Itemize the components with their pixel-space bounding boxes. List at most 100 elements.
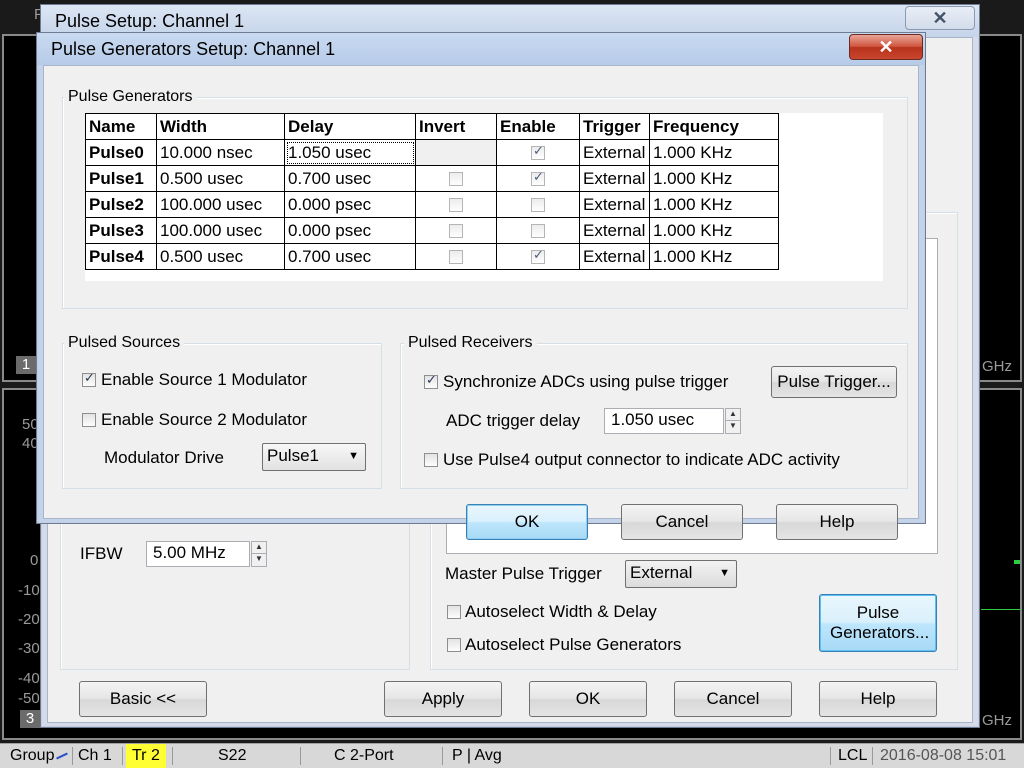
trace-line	[981, 609, 1021, 610]
enable-source2-label[interactable]: Enable Source 2 Modulator	[101, 410, 307, 430]
modulator-drive-dropdown[interactable]: Pulse1 ▼	[262, 443, 366, 471]
ok-button[interactable]: OK	[529, 681, 647, 717]
trace-number-1: 1	[16, 356, 36, 374]
status-trace[interactable]: Tr 2	[126, 744, 166, 768]
status-port[interactable]: C 2-Port	[334, 744, 394, 768]
pulse-delay-cell[interactable]: 0.700 usec	[284, 165, 416, 192]
help-button[interactable]: Help	[776, 504, 898, 540]
cancel-button[interactable]: Cancel	[621, 504, 743, 540]
enable-source1-checkbox[interactable]	[82, 371, 96, 387]
enable-checkbox[interactable]	[531, 198, 545, 213]
status-group[interactable]: Group	[10, 744, 54, 768]
adc-delay-field[interactable]: 1.050 usec	[604, 408, 724, 434]
spin-down-icon[interactable]: ▼	[252, 554, 266, 566]
status-channel[interactable]: Ch 1	[78, 744, 112, 768]
invert-checkbox[interactable]	[449, 250, 463, 265]
pulse-generators-titlebar: Pulse Generators Setup: Channel 1	[37, 33, 925, 65]
status-mode[interactable]: P | Avg	[452, 744, 502, 768]
pulse-name-cell: Pulse3	[85, 217, 157, 244]
pulse-delay-cell[interactable]: 0.000 psec	[284, 217, 416, 244]
ok-button[interactable]: OK	[466, 504, 588, 540]
pulse-frequency-cell[interactable]: 1.000 KHz	[649, 165, 779, 192]
enable-source2-checkbox[interactable]	[82, 413, 96, 427]
autoselect-width-delay-label[interactable]: Autoselect Width & Delay	[465, 602, 657, 622]
autoselect-generators-checkbox[interactable]	[447, 638, 461, 652]
spin-up-icon[interactable]: ▲	[726, 409, 740, 421]
pulse-invert-cell[interactable]	[415, 165, 497, 192]
pulse-name-cell: Pulse0	[85, 139, 157, 166]
use-pulse4-checkbox[interactable]	[424, 453, 438, 467]
enable-source1-label[interactable]: Enable Source 1 Modulator	[101, 370, 307, 390]
pulse-enable-cell[interactable]	[496, 165, 580, 192]
cancel-button[interactable]: Cancel	[674, 681, 792, 717]
sync-adcs-checkbox[interactable]	[424, 373, 438, 389]
pulse-invert-cell[interactable]	[415, 243, 497, 270]
enable-checkbox[interactable]	[531, 248, 545, 265]
column-header-invert[interactable]: Invert	[415, 113, 497, 140]
pulse-trigger-cell[interactable]: External	[579, 139, 650, 166]
invert-checkbox[interactable]	[449, 172, 463, 187]
y-axis-label: 0	[30, 552, 39, 569]
pulse-enable-cell[interactable]	[496, 191, 580, 218]
ifbw-label: IFBW	[80, 544, 123, 563]
pulse-frequency-cell[interactable]: 1.000 KHz	[649, 191, 779, 218]
pulse-generators-button[interactable]: Pulse Generators...	[819, 594, 937, 652]
adc-delay-label: ADC trigger delay	[446, 411, 581, 430]
close-button[interactable]: ✕	[849, 34, 923, 60]
spin-up-icon[interactable]: ▲	[252, 542, 266, 554]
invert-checkbox[interactable]	[449, 224, 463, 239]
enable-checkbox[interactable]	[531, 144, 545, 161]
master-trigger-dropdown[interactable]: External ▼	[625, 560, 737, 588]
pulse-width-cell[interactable]: 100.000 usec	[156, 191, 285, 218]
column-header-name[interactable]: Name	[85, 113, 157, 140]
y-axis-label: -30	[18, 640, 40, 657]
invert-checkbox[interactable]	[449, 198, 463, 213]
pulse-width-cell[interactable]: 0.500 usec	[156, 243, 285, 270]
autoselect-generators-label[interactable]: Autoselect Pulse Generators	[465, 635, 681, 655]
close-button[interactable]: ✕	[905, 6, 975, 30]
chevron-down-icon: ▼	[348, 450, 359, 462]
pulse-trigger-cell[interactable]: External	[579, 165, 650, 192]
pulse-enable-cell[interactable]	[496, 139, 580, 166]
pulse-delay-cell[interactable]: 0.700 usec	[284, 243, 416, 270]
pulse-trigger-button[interactable]: Pulse Trigger...	[771, 366, 897, 398]
ifbw-field[interactable]: 5.00 MHz	[146, 541, 250, 567]
pulse-enable-cell[interactable]	[496, 217, 580, 244]
pulse-generator-grid[interactable]: Name Width Delay Invert Enable Trigger F…	[85, 113, 883, 281]
autoselect-width-delay-checkbox[interactable]	[447, 605, 461, 619]
ifbw-spinner[interactable]: ▲ ▼	[251, 541, 267, 567]
pulse-delay-cell[interactable]: 1.050 usec	[284, 139, 416, 166]
column-header-width[interactable]: Width	[156, 113, 285, 140]
spin-down-icon[interactable]: ▼	[726, 421, 740, 433]
status-parameter[interactable]: S22	[218, 744, 246, 768]
pulse-invert-cell[interactable]	[415, 217, 497, 244]
help-button[interactable]: Help	[819, 681, 937, 717]
pulse-invert-cell[interactable]	[415, 191, 497, 218]
pulse-width-cell[interactable]: 0.500 usec	[156, 165, 285, 192]
apply-button[interactable]: Apply	[384, 681, 502, 717]
pulse-enable-cell[interactable]	[496, 243, 580, 270]
sync-adcs-label[interactable]: Synchronize ADCs using pulse trigger	[443, 372, 728, 392]
adc-delay-spinner[interactable]: ▲ ▼	[725, 408, 741, 434]
y-axis-label: -10	[18, 582, 40, 599]
column-header-trigger[interactable]: Trigger	[579, 113, 650, 140]
enable-checkbox[interactable]	[531, 170, 545, 187]
pulse-trigger-cell[interactable]: External	[579, 191, 650, 218]
table-row: Pulse4 0.500 usec 0.700 usec External 1.…	[85, 243, 779, 270]
pulse-frequency-cell[interactable]: 1.000 KHz	[649, 139, 779, 166]
pulse-generator-table: Name Width Delay Invert Enable Trigger F…	[85, 113, 779, 270]
basic-button[interactable]: Basic <<	[79, 681, 207, 717]
use-pulse4-label[interactable]: Use Pulse4 output connector to indicate …	[443, 450, 840, 470]
pulse-trigger-cell[interactable]: External	[579, 217, 650, 244]
enable-checkbox[interactable]	[531, 224, 545, 239]
column-header-enable[interactable]: Enable	[496, 113, 580, 140]
pulse-width-cell[interactable]: 100.000 usec	[156, 217, 285, 244]
pulse-frequency-cell[interactable]: 1.000 KHz	[649, 243, 779, 270]
pulse-delay-cell[interactable]: 0.000 psec	[284, 191, 416, 218]
master-trigger-label: Master Pulse Trigger	[445, 564, 602, 583]
pulse-width-cell[interactable]: 10.000 nsec	[156, 139, 285, 166]
column-header-frequency[interactable]: Frequency	[649, 113, 779, 140]
pulse-frequency-cell[interactable]: 1.000 KHz	[649, 217, 779, 244]
column-header-delay[interactable]: Delay	[284, 113, 416, 140]
pulse-trigger-cell[interactable]: External	[579, 243, 650, 270]
